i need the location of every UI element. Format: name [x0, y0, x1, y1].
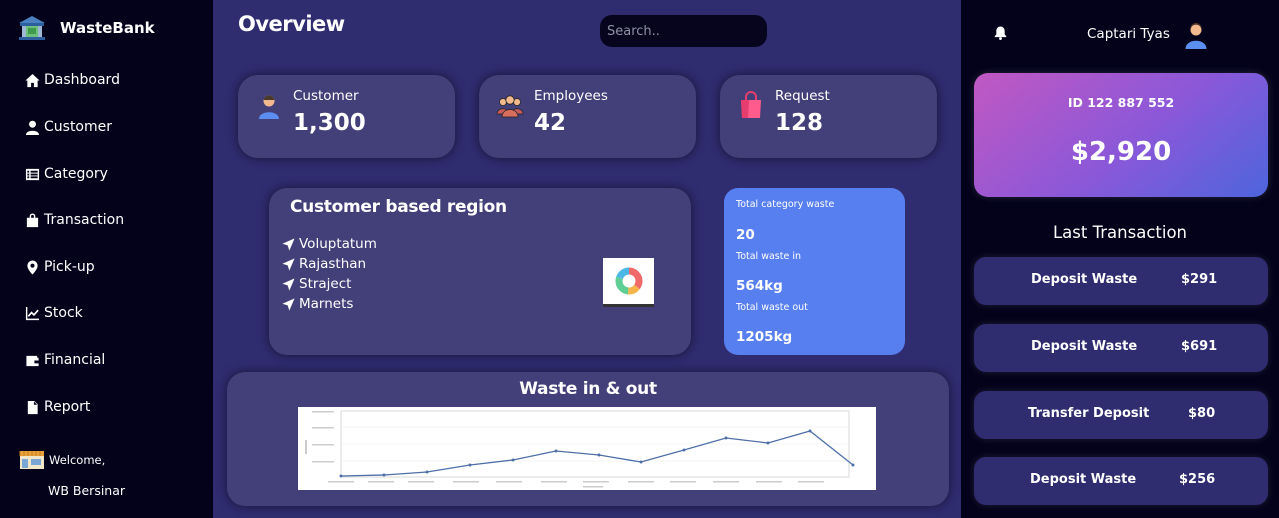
donut-chart-icon [615, 267, 642, 295]
customer-icon [259, 95, 279, 119]
right-panel: Captari Tyas ID 122 887 552 $2,920 Last … [961, 0, 1279, 518]
total-out-label: Total waste out [736, 302, 808, 313]
stat-label: Request [775, 88, 830, 104]
list-icon [25, 168, 40, 180]
transaction-name: Deposit Waste [1031, 339, 1138, 354]
sidebar-item-pick-up[interactable]: Pick-up [25, 259, 95, 275]
shopping-bag-icon [741, 91, 761, 118]
transaction-item[interactable]: Deposit Waste $256 [974, 457, 1268, 505]
sidebar: WasteBank Dashboard Customer Category Tr… [0, 0, 213, 518]
file-icon [27, 400, 38, 414]
welcome-label: Welcome, [49, 453, 106, 467]
sidebar-item-category[interactable]: Category [25, 166, 108, 182]
region-item[interactable]: Rajasthan [282, 254, 377, 274]
region-item[interactable]: Marnets [282, 294, 377, 314]
home-icon [25, 73, 40, 87]
total-category-value: 20 [736, 227, 755, 243]
sidebar-item-label: Transaction [44, 212, 125, 228]
map-marker-icon [27, 259, 38, 275]
user-name[interactable]: Captari Tyas [1087, 26, 1170, 42]
sidebar-item-transaction[interactable]: Transaction [25, 212, 124, 228]
region-item-label: Rajasthan [299, 256, 367, 272]
sidebar-item-label: Pick-up [44, 259, 95, 275]
stat-card-request[interactable]: Request 128 [720, 75, 937, 158]
total-in-label: Total waste in [736, 251, 801, 262]
sidebar-item-label: Dashboard [44, 72, 120, 88]
sidebar-item-customer[interactable]: Customer [25, 119, 112, 135]
sidebar-item-label: Category [44, 166, 108, 182]
employees-icon [496, 95, 524, 118]
wallet-icon [26, 355, 39, 366]
page-title: Overview [238, 12, 345, 36]
total-out-value: 1205kg [736, 329, 793, 345]
brand[interactable]: WasteBank [18, 14, 155, 42]
main-content: Overview Customer 1,300 Employees 42 Req… [213, 0, 961, 518]
stat-label: Employees [534, 88, 608, 104]
welcome-block: Welcome, [19, 450, 105, 470]
region-item[interactable]: Straject [282, 274, 377, 294]
sidebar-item-dashboard[interactable]: Dashboard [25, 72, 120, 88]
sidebar-item-label: Customer [44, 119, 113, 135]
region-title: Customer based region [290, 197, 507, 217]
chart-title: Waste in & out [519, 379, 657, 399]
total-category-label: Total category waste [736, 199, 835, 210]
stat-value: 128 [775, 110, 824, 136]
total-in-value: 564kg [736, 278, 783, 294]
transaction-name: Transfer Deposit [1028, 406, 1150, 421]
waste-chart-card: Waste in & out [227, 372, 949, 506]
last-transaction-title: Last Transaction [1052, 223, 1187, 242]
sidebar-item-label: Report [44, 399, 91, 415]
store-icon [19, 451, 44, 469]
transaction-amount: $256 [1179, 472, 1216, 487]
transaction-name: Deposit Waste [1031, 272, 1138, 287]
waste-series-line [340, 430, 854, 477]
sidebar-item-label: Financial [44, 352, 106, 368]
transaction-name: Deposit Waste [1030, 472, 1137, 487]
stat-card-customer[interactable]: Customer 1,300 [238, 75, 455, 158]
location-arrow-icon [282, 237, 295, 251]
stat-value: 1,300 [293, 110, 366, 136]
welcome-name: WB Bersinar [48, 483, 126, 498]
region-donut-chart [603, 258, 654, 307]
balance-id: ID 122 887 552 [1067, 95, 1175, 110]
bank-logo-icon [19, 16, 45, 40]
transaction-amount: $291 [1181, 272, 1218, 287]
waste-line-chart [305, 410, 855, 488]
transaction-item[interactable]: Deposit Waste $291 [974, 257, 1268, 305]
avatar[interactable] [1184, 22, 1208, 49]
transaction-amount: $691 [1181, 339, 1218, 354]
region-card: Customer based region Voluptatum Rajasth… [269, 188, 691, 355]
balance-card[interactable]: ID 122 887 552 $2,920 [974, 73, 1268, 197]
search-input[interactable] [600, 15, 767, 47]
line-chart-icon [25, 306, 40, 320]
transaction-amount: $80 [1188, 406, 1216, 421]
waste-summary-card: Total category waste 20 Total waste in 5… [724, 188, 905, 355]
shopping-bag-icon [26, 212, 39, 227]
location-arrow-icon [282, 257, 295, 271]
user-icon [25, 120, 40, 135]
waste-chart [298, 407, 876, 490]
transaction-item[interactable]: Transfer Deposit $80 [974, 391, 1268, 439]
region-item-label: Marnets [299, 296, 354, 312]
sidebar-item-label: Stock [44, 305, 83, 321]
region-item[interactable]: Voluptatum [282, 234, 377, 254]
location-arrow-icon [282, 277, 295, 291]
transaction-item[interactable]: Deposit Waste $691 [974, 324, 1268, 372]
brand-name: WasteBank [60, 19, 155, 37]
bell-icon[interactable] [994, 26, 1007, 40]
stat-label: Customer [293, 88, 359, 104]
region-item-label: Voluptatum [299, 236, 377, 252]
stat-card-employees[interactable]: Employees 42 [479, 75, 696, 158]
region-list: Voluptatum Rajasthan Straject Marnets [282, 234, 377, 314]
sidebar-item-stock[interactable]: Stock [25, 305, 83, 321]
sidebar-item-financial[interactable]: Financial [25, 352, 105, 368]
stat-value: 42 [534, 110, 567, 136]
location-arrow-icon [282, 297, 295, 311]
region-item-label: Straject [299, 276, 352, 292]
sidebar-item-report[interactable]: Report [25, 399, 90, 415]
balance-amount: $2,920 [1070, 137, 1172, 167]
